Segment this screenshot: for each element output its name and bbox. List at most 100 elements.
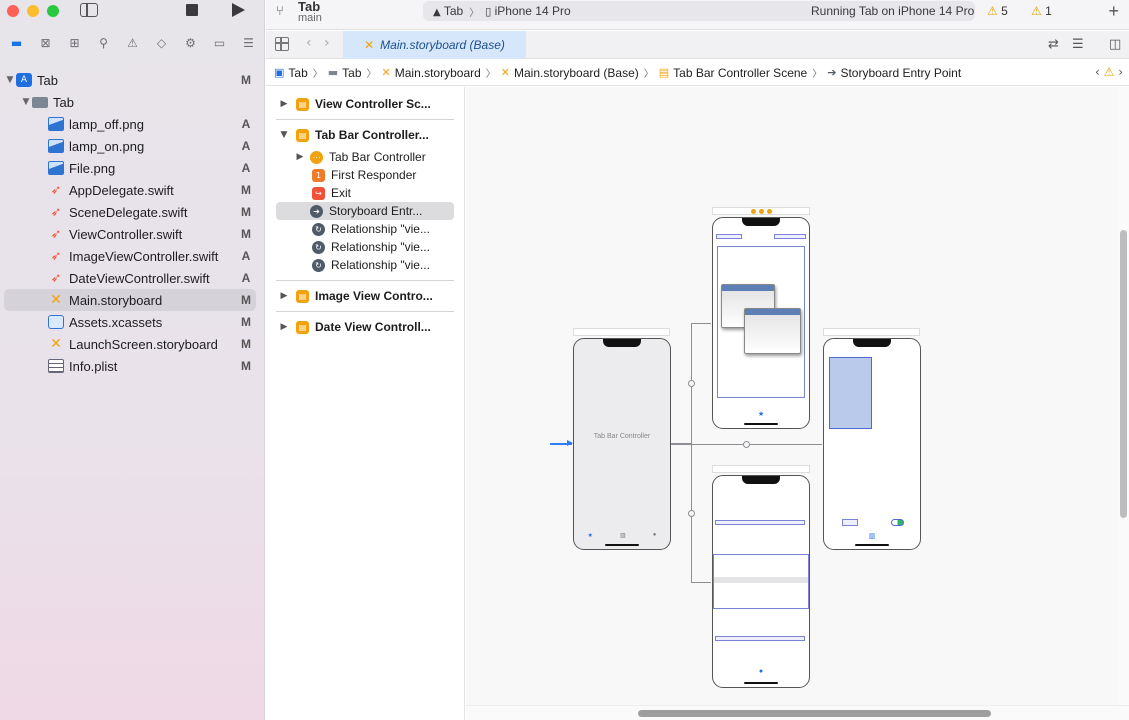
jump-item[interactable]: ✕ Main.storyboard: [382, 66, 481, 80]
tree-item-group[interactable]: ▼ Tab: [4, 91, 256, 113]
label-placeholder[interactable]: [715, 520, 805, 525]
tree-item-file[interactable]: lamp_on.png A: [4, 135, 256, 157]
tree-item-file[interactable]: lamp_off.png A: [4, 113, 256, 135]
scene-placeholder-label: Tab Bar Controller: [593, 433, 651, 440]
jump-item[interactable]: ▤ Tab Bar Controller Scene: [659, 66, 807, 80]
outline-scene-date-view-controller[interactable]: ▶ ▤ Date View Controll...: [278, 318, 454, 336]
entry-point-icon: ➔: [827, 66, 837, 79]
image-view-controller-scene[interactable]: ▥: [823, 338, 921, 550]
next-issue-icon[interactable]: ›: [1118, 65, 1123, 79]
refresh-icon[interactable]: ⇄: [1048, 37, 1059, 52]
tree-item-file[interactable]: Info.plist M: [4, 355, 256, 377]
scene-title-bar[interactable]: [573, 328, 670, 336]
previous-issue-icon[interactable]: ‹: [1095, 65, 1100, 79]
horizontal-scrollbar[interactable]: [466, 705, 1129, 720]
outline-item-first-responder[interactable]: 1 First Responder: [278, 166, 454, 184]
zoom-window-button[interactable]: [47, 5, 59, 17]
tree-item-file[interactable]: ➶ AppDelegate.swift M: [4, 179, 256, 201]
jump-item[interactable]: ✕ Main.storyboard (Base): [501, 66, 639, 80]
tree-item-file[interactable]: ➶ SceneDelegate.swift M: [4, 201, 256, 223]
scene-title-bar[interactable]: [712, 465, 810, 473]
tree-item-file[interactable]: ➶ ViewController.swift M: [4, 223, 256, 245]
scheme-selector[interactable]: ▲ Tab: [433, 4, 463, 18]
report-navigator-icon[interactable]: ☰: [240, 36, 258, 50]
branch-name[interactable]: main: [298, 12, 322, 24]
outline-item-relationship[interactable]: ↻ Relationship "vie...: [278, 238, 454, 256]
debug-navigator-icon[interactable]: ⚙: [182, 36, 200, 50]
test-navigator-icon[interactable]: ◇: [153, 36, 171, 50]
outline-scene-image-view-controller[interactable]: ▶ ▤ Image View Contro...: [278, 287, 454, 305]
close-window-button[interactable]: [7, 5, 19, 17]
tab-main-storyboard[interactable]: ✕ Main.storyboard (Base): [343, 31, 526, 59]
add-library-button[interactable]: +: [1108, 1, 1119, 22]
device-selector[interactable]: ▯ iPhone 14 Pro: [485, 4, 570, 18]
tree-item-project[interactable]: ▼ A Tab M: [4, 69, 256, 91]
outline-scene-tab-bar-controller[interactable]: ▼ ▤ Tab Bar Controller...: [278, 126, 454, 144]
disclosure-closed-icon[interactable]: ▶: [278, 322, 290, 332]
book-icon: ▥: [620, 533, 626, 539]
split-editor-icon[interactable]: ◫: [1109, 37, 1121, 52]
switch-placeholder[interactable]: [891, 519, 904, 526]
outline-item-tab-bar-controller[interactable]: ▶ ⋯ Tab Bar Controller: [278, 148, 454, 166]
tab-bar-controller-scene[interactable]: Tab Bar Controller ★ ▥ ●: [573, 338, 671, 550]
project-navigator-icon[interactable]: ▬: [8, 36, 26, 50]
disclosure-open-icon[interactable]: ▼: [278, 130, 290, 140]
disclosure-closed-icon[interactable]: ▶: [278, 291, 290, 301]
scrollbar-thumb[interactable]: [1120, 230, 1127, 518]
vertical-scrollbar[interactable]: [1118, 87, 1129, 720]
find-navigator-icon[interactable]: ⚲: [95, 36, 113, 50]
issues-badge[interactable]: ⚠ 1: [1031, 4, 1052, 18]
disclosure-open-icon[interactable]: ▼: [4, 75, 16, 85]
date-view-controller-scene[interactable]: ●: [712, 475, 810, 688]
disclosure-open-icon[interactable]: ▼: [20, 97, 32, 107]
jump-item[interactable]: ▬ Tab: [328, 66, 362, 80]
warning-icon[interactable]: ⚠: [1104, 65, 1115, 79]
tree-item-file[interactable]: ✕ LaunchScreen.storyboard M: [4, 333, 256, 355]
outline-item-exit[interactable]: ↪ Exit: [278, 184, 454, 202]
scene-dock[interactable]: [712, 207, 810, 215]
home-indicator: [855, 544, 889, 546]
label-placeholder[interactable]: [715, 636, 805, 641]
tree-item-file[interactable]: Assets.xcassets M: [4, 311, 256, 333]
storyboard-canvas[interactable]: Tab Bar Controller ★ ▥ ● ★ ● ▥: [466, 87, 1118, 705]
tree-item-label: File.png: [69, 160, 116, 176]
image-view-placeholder[interactable]: [829, 357, 872, 429]
tree-item-file[interactable]: ➶ ImageViewController.swift A: [4, 245, 256, 267]
outline-item-storyboard-entry-point[interactable]: ➔ Storyboard Entr...: [276, 202, 454, 220]
issue-navigator-icon[interactable]: ⚠: [124, 36, 142, 50]
star-icon: ★: [587, 533, 593, 539]
scrollbar-thumb[interactable]: [638, 710, 991, 717]
editor-options-icon[interactable]: ☰: [1072, 37, 1084, 52]
minimize-window-button[interactable]: [27, 5, 39, 17]
outline-item-relationship[interactable]: ↻ Relationship "vie...: [278, 256, 454, 274]
outline-scene-view-controller[interactable]: ▶ ▤ View Controller Sc...: [278, 95, 454, 113]
button-placeholder[interactable]: [842, 519, 858, 526]
run-button[interactable]: [232, 3, 245, 17]
tree-item-file-selected[interactable]: ✕ Main.storyboard M: [4, 289, 256, 311]
storyboard-entry-arrow[interactable]: [550, 440, 573, 446]
jump-item[interactable]: ➔ Storyboard Entry Point: [827, 66, 961, 80]
view-controller-scene[interactable]: ★: [712, 217, 810, 429]
back-chevron-icon[interactable]: ‹: [306, 35, 312, 51]
disclosure-closed-icon[interactable]: ▶: [278, 99, 290, 109]
breakpoint-navigator-icon[interactable]: ▭: [211, 36, 229, 50]
segue-icon[interactable]: [743, 441, 750, 448]
tree-item-file[interactable]: File.png A: [4, 157, 256, 179]
stop-button[interactable]: [186, 4, 198, 16]
symbol-navigator-icon[interactable]: ⊞: [66, 36, 84, 50]
jump-item[interactable]: ▣ Tab: [274, 66, 308, 80]
disclosure-closed-icon[interactable]: ▶: [294, 152, 306, 162]
segue-icon[interactable]: [688, 380, 695, 387]
source-control-navigator-icon[interactable]: ⊠: [37, 36, 55, 50]
warnings-badge[interactable]: ⚠ 5: [987, 4, 1008, 18]
segue-icon[interactable]: [688, 510, 695, 517]
tree-item-file[interactable]: ➶ DateViewController.swift A: [4, 267, 256, 289]
label-placeholder[interactable]: [774, 234, 806, 239]
label-placeholder[interactable]: [716, 234, 742, 239]
related-items-icon[interactable]: [275, 37, 289, 51]
outline-item-relationship[interactable]: ↻ Relationship "vie...: [278, 220, 454, 238]
date-picker-placeholder[interactable]: [713, 554, 809, 609]
scene-title-bar[interactable]: [823, 328, 920, 336]
forward-chevron-icon[interactable]: ›: [324, 35, 330, 51]
sidebar-toggle-icon[interactable]: [80, 3, 98, 17]
